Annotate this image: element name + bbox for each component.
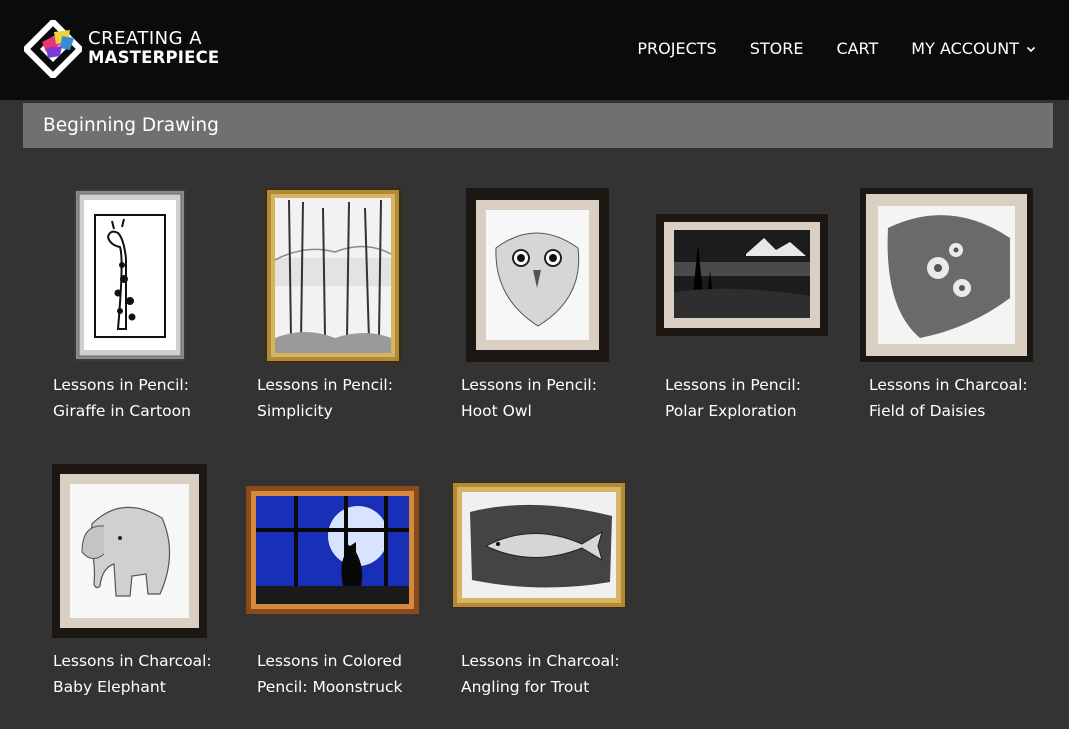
- lesson-title-line-2[interactable]: Giraffe in Cartoon: [53, 398, 238, 424]
- lesson-title-line-2[interactable]: Hoot Owl: [461, 398, 646, 424]
- lesson-title-line-2[interactable]: Field of Daisies: [869, 398, 1054, 424]
- lesson-thumbnail[interactable]: [460, 186, 650, 366]
- lesson-thumbnail[interactable]: [656, 186, 854, 366]
- lesson-thumbnail[interactable]: [52, 462, 242, 642]
- lesson-thumbnail[interactable]: [452, 462, 650, 642]
- lesson-title-line-1[interactable]: Lessons in Pencil:: [665, 372, 850, 398]
- trout-drawing-icon: [452, 482, 626, 608]
- lesson-thumbnail[interactable]: [256, 186, 446, 366]
- lesson-title-line-1[interactable]: Lessons in Pencil:: [461, 372, 646, 398]
- lesson-title-line-2[interactable]: Baby Elephant: [53, 674, 238, 700]
- giraffe-drawing-icon: [74, 189, 186, 361]
- lesson-title-line-2[interactable]: Angling for Trout: [461, 674, 646, 700]
- lesson-title-line-1[interactable]: Lessons in Charcoal:: [461, 648, 646, 674]
- lesson-thumbnail[interactable]: [246, 462, 446, 642]
- elephant-drawing-icon: [52, 464, 207, 638]
- owl-drawing-icon: [466, 188, 609, 362]
- lesson-title-line-2[interactable]: Pencil: Moonstruck: [257, 674, 442, 700]
- lesson-grid: Lessons in Pencil: Giraffe in Cartoon Le…: [0, 0, 1069, 729]
- moonstruck-cat-window-icon: [246, 486, 419, 614]
- polar-landscape-icon: [656, 214, 828, 336]
- trees-drawing-icon: [265, 188, 401, 363]
- lesson-title-line-1[interactable]: Lessons in Charcoal:: [869, 372, 1054, 398]
- lesson-title-line-1[interactable]: Lessons in Pencil:: [53, 372, 238, 398]
- daisies-drawing-icon: [860, 188, 1033, 362]
- lesson-title-line-1[interactable]: Lessons in Colored: [257, 648, 442, 674]
- lesson-thumbnail[interactable]: [52, 186, 242, 366]
- lesson-title-line-1[interactable]: Lessons in Pencil:: [257, 372, 442, 398]
- lesson-thumbnail[interactable]: [860, 186, 1058, 366]
- lesson-title-line-1[interactable]: Lessons in Charcoal:: [53, 648, 238, 674]
- lesson-title-line-2[interactable]: Simplicity: [257, 398, 442, 424]
- lesson-title-line-2[interactable]: Polar Exploration: [665, 398, 850, 424]
